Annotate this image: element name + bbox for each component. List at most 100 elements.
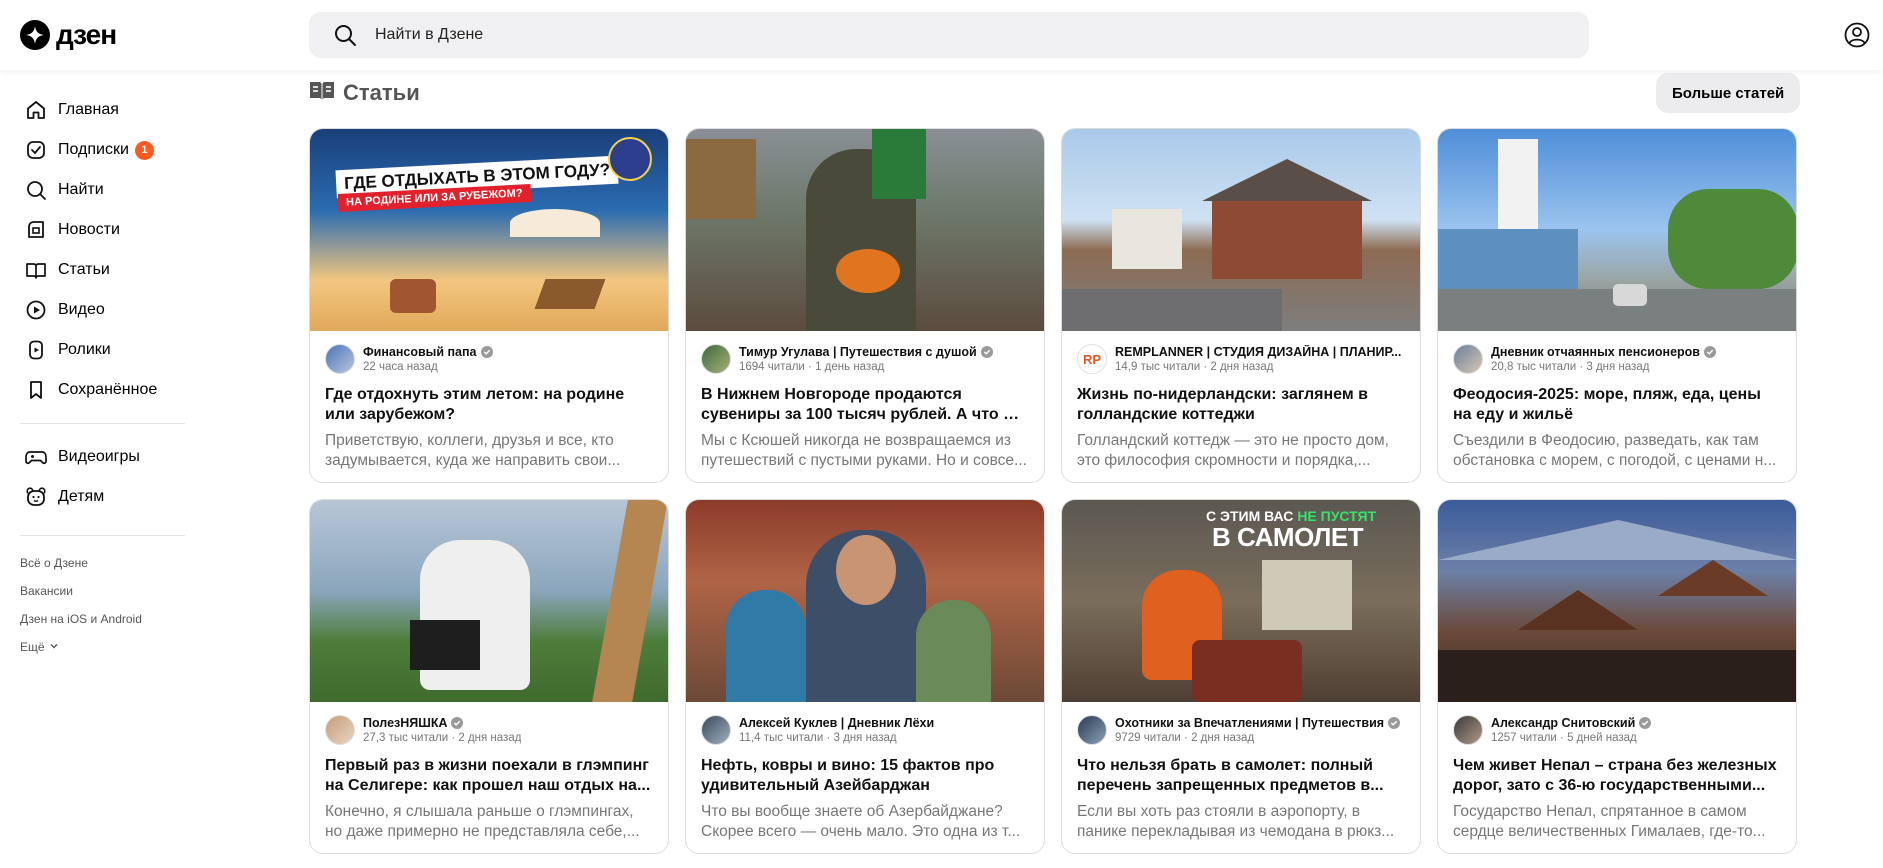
footer-link-apps[interactable]: Дзен на iOS и Android xyxy=(20,605,200,633)
article-stats: 1257 читали · 5 дней назад xyxy=(1491,732,1637,744)
sidebar-item-label: Найти xyxy=(58,181,104,198)
notification-badge: 1 xyxy=(134,140,154,160)
author-row[interactable]: Дневник отчаянных пенсионеров 20,8 тыс ч… xyxy=(1453,343,1781,375)
footer-link-about[interactable]: Всё о Дзене xyxy=(20,549,200,577)
article-title[interactable]: В Нижнем Новгороде продаются сувениры за… xyxy=(701,385,1029,425)
article-image xyxy=(686,500,1044,702)
article-title[interactable]: Первый раз в жизни поехали в глэмпинг на… xyxy=(325,756,653,796)
sidebar-divider xyxy=(20,423,185,424)
square-shape xyxy=(1438,650,1796,702)
author-name: Александр Снитовский xyxy=(1491,716,1652,730)
verified-icon xyxy=(980,346,993,358)
image-caption: В САМОЛЕТ xyxy=(1212,522,1364,552)
article-card[interactable]: ПолезНЯШКА 27,3 тыс читали · 2 дня назад… xyxy=(309,499,669,854)
avatar: RP xyxy=(1077,344,1107,374)
pumpkin-shape xyxy=(836,249,900,293)
sidebar-item-home[interactable]: Главная xyxy=(0,90,200,130)
window-shape xyxy=(1262,560,1352,630)
article-card[interactable]: Тимур Угулава | Путешествия с душой 1694… xyxy=(685,128,1045,483)
sidebar-item-shorts[interactable]: Ролики xyxy=(0,330,200,370)
article-card[interactable]: Александр Снитовский 1257 читали · 5 дне… xyxy=(1437,499,1797,854)
sidebar-item-label: Видео xyxy=(58,301,105,318)
author-row[interactable]: RP REMPLANNER | СТУДИЯ ДИЗАЙНА | ПЛАНИР.… xyxy=(1077,343,1405,375)
author-row[interactable]: ПолезНЯШКА 27,3 тыс читали · 2 дня назад xyxy=(325,714,653,746)
author-name: ПолезНЯШКА xyxy=(363,716,521,730)
article-title[interactable]: Нефть, ковры и вино: 15 фактов про удиви… xyxy=(701,756,1029,796)
article-card[interactable]: Дневник отчаянных пенсионеров 20,8 тыс ч… xyxy=(1437,128,1797,483)
article-snippet: Государство Непал, спрятанное в самом се… xyxy=(1453,803,1766,840)
article-card[interactable]: Алексей Куклев | Дневник Лёхи 11,4 тыс ч… xyxy=(685,499,1045,854)
news-icon xyxy=(24,218,48,242)
article-image: С ЭТИМ ВАС НЕ ПУСТЯТ В САМОЛЕТ xyxy=(1062,500,1420,702)
article-title[interactable]: Жизнь по-нидерландски: заглянем в голлан… xyxy=(1077,385,1405,425)
article-title[interactable]: Феодосия-2025: море, пляж, еда, цены на … xyxy=(1453,385,1781,425)
article-title[interactable]: Где отдохнуть этим летом: на родине или … xyxy=(325,385,653,425)
avatar xyxy=(325,715,355,745)
article-stats: 22 часа назад xyxy=(363,361,438,373)
tram-shape xyxy=(686,139,756,219)
article-card[interactable]: RP REMPLANNER | СТУДИЯ ДИЗАЙНА | ПЛАНИР.… xyxy=(1061,128,1421,483)
article-snippet: Голландский коттедж — это не просто дом,… xyxy=(1077,432,1389,469)
bookmark-icon xyxy=(24,378,48,402)
author-name-text: REMPLANNER | СТУДИЯ ДИЗАЙНА | ПЛАНИР... xyxy=(1115,345,1402,359)
more-articles-button[interactable]: Больше статей xyxy=(1656,73,1801,113)
author-name-text: Александр Снитовский xyxy=(1491,716,1636,730)
author-row[interactable]: Финансовый папа 22 часа назад xyxy=(325,343,653,375)
avatar xyxy=(701,715,731,745)
house-shape xyxy=(1212,199,1362,279)
footer-links: Всё о Дзене Вакансии Дзен на iOS и Andro… xyxy=(0,549,200,661)
article-image xyxy=(1062,129,1420,331)
sidebar-item-subscriptions[interactable]: Подписки 1 xyxy=(0,130,200,170)
author-row[interactable]: Алексей Куклев | Дневник Лёхи 11,4 тыс ч… xyxy=(701,714,1029,746)
avatar xyxy=(1453,344,1483,374)
white-house-shape xyxy=(1112,209,1182,269)
sidebar-divider xyxy=(20,535,185,536)
article-stats: 20,8 тыс читали · 3 дня назад xyxy=(1491,361,1650,373)
sidebar-item-articles[interactable]: Статьи xyxy=(0,250,200,290)
article-card[interactable]: ГДЕ ОТДЫХАТЬ В ЭТОМ ГОДУ? НА РОДИНЕ ИЛИ … xyxy=(309,128,669,483)
author-row[interactable]: Тимур Угулава | Путешествия с душой 1694… xyxy=(701,343,1029,375)
author-row[interactable]: Александр Снитовский 1257 читали · 5 дне… xyxy=(1453,714,1781,746)
logo[interactable]: дзен xyxy=(20,19,117,51)
child-shape xyxy=(916,600,991,702)
sidebar-item-video[interactable]: Видео xyxy=(0,290,200,330)
search-input[interactable] xyxy=(375,26,1475,44)
sidebar-item-search[interactable]: Найти xyxy=(0,170,200,210)
author-row[interactable]: Охотники за Впечатлениями | Путешествия … xyxy=(1077,714,1405,746)
article-image xyxy=(310,500,668,702)
sidebar-item-news[interactable]: Новости xyxy=(0,210,200,250)
sidebar-item-kids[interactable]: Детям xyxy=(0,477,200,517)
video-icon xyxy=(24,298,48,322)
search-icon xyxy=(333,23,357,47)
article-stats: 14,9 тыс читали · 2 дня назад xyxy=(1115,361,1274,373)
gamepad-icon xyxy=(24,445,48,469)
article-image xyxy=(1438,129,1796,331)
avatar xyxy=(1077,715,1107,745)
sign-shape xyxy=(872,129,926,199)
car-shape xyxy=(1613,284,1647,306)
article-title[interactable]: Что нельзя брать в самолет: полный переч… xyxy=(1077,756,1405,796)
header: дзен xyxy=(0,0,1883,70)
author-name: REMPLANNER | СТУДИЯ ДИЗАЙНА | ПЛАНИР... xyxy=(1115,345,1401,359)
sidebar-item-saved[interactable]: Сохранённое xyxy=(0,370,200,410)
shorts-icon xyxy=(24,338,48,362)
author-name-text: Тимур Угулава | Путешествия с душой xyxy=(739,345,977,359)
article-card[interactable]: С ЭТИМ ВАС НЕ ПУСТЯТ В САМОЛЕТ Охотники … xyxy=(1061,499,1421,854)
footer-link-more[interactable]: Ещё xyxy=(20,633,200,661)
umbrella-shape xyxy=(510,209,600,237)
article-title[interactable]: Чем живет Непал – страна без железных до… xyxy=(1453,756,1781,796)
footer-link-jobs[interactable]: Вакансии xyxy=(20,577,200,605)
footer-link-label: Дзен на iOS и Android xyxy=(20,612,142,626)
pagoda-shape xyxy=(1518,590,1638,630)
avatar xyxy=(1453,715,1483,745)
sidebar-item-games[interactable]: Видеоигры xyxy=(0,437,200,477)
footer-link-label: Всё о Дзене xyxy=(20,556,88,570)
profile-icon[interactable] xyxy=(1844,22,1870,48)
search-bar[interactable] xyxy=(309,12,1589,58)
child-shape xyxy=(726,590,806,702)
building-shape xyxy=(1438,229,1578,289)
footer-link-label: Ещё xyxy=(20,640,45,654)
sidebar-item-label: Главная xyxy=(58,101,119,118)
face-shape xyxy=(836,535,896,605)
chair-shape xyxy=(534,279,606,309)
